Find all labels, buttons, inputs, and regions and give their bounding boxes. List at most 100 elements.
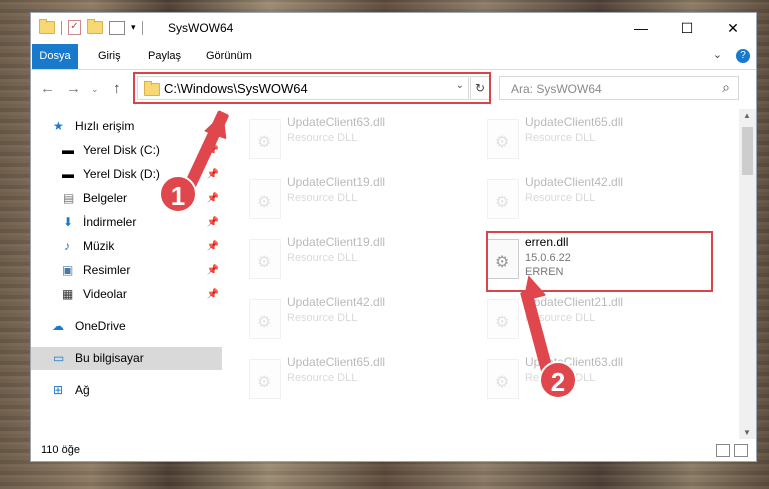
file-item[interactable]: UpdateClient65.dll Resource DLL xyxy=(479,115,699,165)
address-highlight-box xyxy=(133,72,491,104)
drive-icon: ▬ xyxy=(62,143,74,157)
sidebar-item-label: Müzik xyxy=(83,239,115,253)
drive-icon: ▬ xyxy=(62,167,74,181)
file-description: Resource DLL xyxy=(525,132,596,144)
folder-icon xyxy=(39,19,55,34)
file-name: UpdateClient42.dll xyxy=(525,175,624,189)
title-bar: ✓ ▾ SysWOW64 — ☐ ✕ xyxy=(31,13,756,44)
file-name: UpdateClient19.dll xyxy=(287,175,386,189)
file-description: Resource DLL xyxy=(525,192,596,204)
file-item[interactable]: UpdateClient19.dll Resource DLL xyxy=(241,235,461,285)
computer-icon: ▭ xyxy=(53,351,65,365)
item-count: 110 öğe xyxy=(41,444,80,456)
dll-file-icon xyxy=(249,119,281,159)
window-title: SysWOW64 xyxy=(168,21,234,35)
dll-file-icon xyxy=(249,179,281,219)
cloud-icon: ☁ xyxy=(52,319,64,333)
sidebar-item-pictures[interactable]: ▣ Resimler 📌 xyxy=(31,259,222,282)
sidebar-item-onedrive[interactable]: ☁ OneDrive xyxy=(31,315,222,338)
scrollbar-thumb[interactable] xyxy=(742,127,753,175)
details-view-icon[interactable] xyxy=(716,444,730,457)
file-item[interactable]: UpdateClient21.dll Resource DLL xyxy=(479,295,699,345)
file-description: Resource DLL xyxy=(287,132,358,144)
dll-file-icon xyxy=(487,359,519,399)
network-icon: ⊞ xyxy=(53,383,64,397)
file-name: UpdateClient42.dll xyxy=(287,295,386,309)
file-description: Resource DLL xyxy=(287,312,358,324)
pin-icon[interactable]: 📌 xyxy=(207,283,219,306)
sidebar-item-downloads[interactable]: ⬇ İndirmeler 📌 xyxy=(31,211,222,234)
minimize-button[interactable]: — xyxy=(618,13,664,43)
sidebar-item-label: Yerel Disk (D:) xyxy=(83,167,160,181)
music-icon: ♪ xyxy=(64,239,70,253)
customize-icon[interactable] xyxy=(109,20,125,35)
file-item[interactable]: UpdateClient42.dll Resource DLL xyxy=(241,295,461,345)
sidebar-item-quick-access[interactable]: ★ Hızlı erişim xyxy=(31,115,222,138)
separator xyxy=(141,20,143,35)
file-item[interactable]: UpdateClient19.dll Resource DLL xyxy=(241,175,461,225)
navigation-bar: ← → ⌄ ↑ C:\Windows\SysWOW64 ⌄ ↻ Ara: Sys… xyxy=(31,70,756,109)
pin-icon[interactable]: 📌 xyxy=(207,187,219,210)
view-switcher xyxy=(716,444,748,457)
file-item[interactable]: UpdateClient63.dll Resource DLL xyxy=(479,355,699,405)
sidebar-item-label: Hızlı erişim xyxy=(75,119,135,133)
sidebar-item-local-disk-c[interactable]: ▬ Yerel Disk (C:) 📌 xyxy=(31,139,222,162)
video-icon: ▦ xyxy=(62,287,74,301)
step-badge-1: 1 xyxy=(159,175,197,213)
chevron-down-icon[interactable]: ⌄ xyxy=(713,48,722,61)
step-badge-2: 2 xyxy=(539,361,577,399)
vertical-scrollbar[interactable]: ▲ ▼ xyxy=(739,109,756,439)
dll-file-icon xyxy=(487,299,519,339)
file-name: UpdateClient19.dll xyxy=(287,235,386,249)
navigation-pane: ★ Hızlı erişim ▬ Yerel Disk (C:) 📌 ▬ Yer… xyxy=(31,109,222,439)
tab-home[interactable]: Giriş xyxy=(98,44,121,69)
file-item[interactable]: UpdateClient63.dll Resource DLL xyxy=(241,115,461,165)
dll-file-icon xyxy=(249,359,281,399)
forward-arrow-icon[interactable]: → xyxy=(66,80,81,97)
help-icon[interactable]: ? xyxy=(736,49,750,63)
dll-file-icon xyxy=(249,239,281,279)
large-icons-view-icon[interactable] xyxy=(734,444,748,457)
search-input[interactable]: Ara: SysWOW64 ⌕ xyxy=(499,76,739,100)
ribbon-tabs: Dosya Giriş Paylaş Görünüm ⌄ ? xyxy=(31,44,756,70)
sidebar-item-this-pc[interactable]: ▭ Bu bilgisayar xyxy=(31,347,222,370)
chevron-down-icon[interactable]: ⌄ xyxy=(91,84,99,95)
tab-file[interactable]: Dosya xyxy=(32,44,78,69)
new-folder-icon[interactable] xyxy=(87,19,103,34)
dll-file-icon xyxy=(487,119,519,159)
file-name: UpdateClient65.dll xyxy=(287,355,386,369)
dll-file-icon xyxy=(487,179,519,219)
status-bar: 110 öğe xyxy=(31,439,756,461)
sidebar-item-label: Bu bilgisayar xyxy=(75,351,144,365)
file-item[interactable]: UpdateClient42.dll Resource DLL xyxy=(479,175,699,225)
pin-icon[interactable]: 📌 xyxy=(207,259,219,282)
up-arrow-icon[interactable]: ↑ xyxy=(113,80,121,97)
back-arrow-icon[interactable]: ← xyxy=(40,80,55,97)
pin-icon[interactable]: 📌 xyxy=(207,235,219,258)
scroll-down-icon[interactable]: ▼ xyxy=(743,428,751,437)
sidebar-item-videos[interactable]: ▦ Videolar 📌 xyxy=(31,283,222,306)
pin-icon[interactable]: 📌 xyxy=(207,211,219,234)
properties-check-icon[interactable]: ✓ xyxy=(68,20,81,35)
scroll-up-icon[interactable]: ▲ xyxy=(743,111,751,120)
file-description: Resource DLL xyxy=(287,192,358,204)
separator xyxy=(61,20,62,35)
tab-share[interactable]: Paylaş xyxy=(148,44,181,69)
sidebar-item-network[interactable]: ⊞ Ağ xyxy=(31,379,222,402)
search-icon: ⌕ xyxy=(722,79,730,95)
sidebar-item-music[interactable]: ♪ Müzik 📌 xyxy=(31,235,222,258)
dll-file-icon xyxy=(249,299,281,339)
search-placeholder: Ara: SysWOW64 xyxy=(511,82,602,96)
tab-view[interactable]: Görünüm xyxy=(206,44,252,69)
document-icon: ▤ xyxy=(63,191,75,205)
file-item[interactable]: UpdateClient65.dll Resource DLL xyxy=(241,355,461,405)
star-icon: ★ xyxy=(53,119,64,133)
pin-icon[interactable]: 📌 xyxy=(207,163,219,186)
window-controls: — ☐ ✕ xyxy=(618,13,756,43)
file-description: Resource DLL xyxy=(287,252,358,264)
close-button[interactable]: ✕ xyxy=(710,13,756,43)
sidebar-item-label: Yerel Disk (C:) xyxy=(83,143,160,157)
sidebar-item-label: Ağ xyxy=(75,383,90,397)
maximize-button[interactable]: ☐ xyxy=(664,13,710,43)
chevron-down-icon[interactable]: ▾ xyxy=(131,22,136,33)
